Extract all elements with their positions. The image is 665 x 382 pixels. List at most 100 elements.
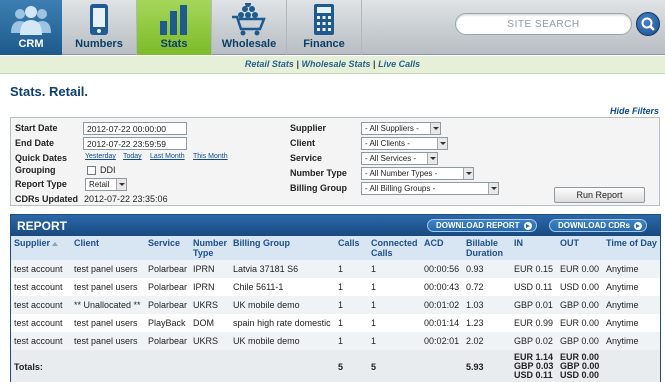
- nav-tab-label: Wholesale: [221, 38, 277, 50]
- totals-empty: [190, 350, 231, 382]
- top-navigation: CRM Numbers Stats Wholesale Finance SITE…: [0, 0, 665, 55]
- cell-supplier: test account: [11, 278, 71, 296]
- table-row: test account test panel users Polarbear …: [11, 260, 660, 278]
- search-placeholder: SITE SEARCH: [507, 19, 580, 30]
- cell-billing-group: UK mobile demo: [230, 296, 336, 314]
- totals-empty: [145, 350, 191, 382]
- ddi-checkbox[interactable]: [87, 166, 96, 175]
- nav-tab-finance[interactable]: Finance: [287, 0, 362, 55]
- cell-supplier: test account: [11, 332, 71, 350]
- search-icon: [641, 17, 655, 31]
- chevron-down-icon: [463, 168, 473, 179]
- run-report-button[interactable]: Run Report: [554, 187, 645, 203]
- start-date-input[interactable]: 2012-07-22 00:00:00: [83, 122, 187, 135]
- column-header-service[interactable]: Service: [145, 236, 191, 260]
- cell-number-type: DOM: [190, 314, 231, 332]
- cell-number-type: IPRN: [190, 260, 231, 278]
- chevron-down-icon: [427, 153, 437, 164]
- subnav-link-wholesale-stats[interactable]: Wholesale Stats: [301, 59, 370, 69]
- column-header-billing-group[interactable]: Billing Group: [230, 236, 336, 260]
- report-type-label: Report Type: [15, 179, 67, 189]
- cell-in: EUR 0.99: [511, 314, 558, 332]
- cell-in: GBP 0.01: [511, 296, 558, 314]
- report-type-select[interactable]: Retail: [85, 178, 127, 191]
- cell-acd: 00:01:14: [421, 314, 464, 332]
- page-title: Stats. Retail.: [10, 84, 89, 99]
- supplier-label: Supplier: [290, 123, 327, 133]
- cell-acd: 00:02:01: [421, 332, 464, 350]
- cell-connected-calls: 1: [368, 260, 422, 278]
- grouping-label: Grouping: [15, 165, 56, 175]
- quick-date-yesterday[interactable]: Yesterday: [85, 153, 116, 160]
- cell-out: EUR 0.00: [557, 260, 604, 278]
- totals-empty: [71, 350, 145, 382]
- cell-connected-calls: 1: [368, 278, 422, 296]
- subnav-separator: |: [373, 59, 376, 69]
- cell-client: test panel users: [71, 260, 145, 278]
- cell-billing-group: Latvia 37181 S6: [230, 260, 336, 278]
- totals-in: EUR 1.14 GBP 0.03 USD 0.11: [511, 350, 558, 382]
- cell-acd: 00:01:02: [421, 296, 464, 314]
- column-header-acd[interactable]: ACD: [421, 236, 464, 260]
- download-report-button[interactable]: DOWNLOAD REPORT: [427, 219, 537, 232]
- supplier-select[interactable]: - All Suppliers -: [361, 122, 441, 135]
- end-date-input[interactable]: 2012-07-22 23:59:59: [83, 137, 187, 150]
- table-row: test account test panel users Polarbear …: [11, 278, 660, 296]
- chevron-down-icon: [430, 123, 440, 134]
- hide-filters-link[interactable]: Hide Filters: [610, 106, 659, 116]
- cell-calls: 1: [335, 260, 369, 278]
- cell-calls: 1: [335, 332, 369, 350]
- cell-billable-duration: 1.03: [463, 296, 512, 314]
- quick-dates-label: Quick Dates: [15, 153, 68, 163]
- sort-icon: [52, 241, 59, 246]
- column-header-connected-calls[interactable]: Connected Calls: [368, 236, 422, 260]
- nav-tab-numbers[interactable]: Numbers: [62, 0, 137, 55]
- cell-supplier: test account: [11, 260, 71, 278]
- client-select[interactable]: - All Clients -: [361, 137, 448, 150]
- nav-tab-label: Numbers: [75, 38, 123, 50]
- ddi-label: DDI: [100, 165, 116, 175]
- cell-calls: 1: [335, 296, 369, 314]
- cell-billing-group: spain high rate domestic: [230, 314, 336, 332]
- start-date-label: Start Date: [15, 123, 58, 133]
- service-select[interactable]: - All Services -: [361, 152, 438, 165]
- quick-date-today[interactable]: Today: [123, 153, 142, 160]
- nav-tab-crm[interactable]: CRM: [0, 0, 62, 55]
- column-label: Supplier: [14, 238, 51, 248]
- column-header-calls[interactable]: Calls: [335, 236, 369, 260]
- download-cdrs-button[interactable]: DOWNLOAD CDRs: [549, 219, 647, 232]
- cell-out: EUR 0.00: [557, 314, 604, 332]
- cell-number-type: UKRS: [190, 296, 231, 314]
- totals-in-usd: USD 0.11: [514, 370, 553, 380]
- billing-group-select[interactable]: - All Billing Groups -: [361, 182, 499, 195]
- bar-chart-icon: [157, 3, 191, 39]
- service-label: Service: [290, 153, 323, 163]
- column-header-client[interactable]: Client: [71, 236, 145, 260]
- search-button[interactable]: [636, 12, 660, 36]
- nav-tab-wholesale[interactable]: Wholesale: [212, 0, 287, 55]
- cell-billable-duration: 1.23: [463, 314, 512, 332]
- cell-service: Polarbear: [145, 332, 191, 350]
- quick-date-last-month[interactable]: Last Month: [150, 153, 185, 160]
- subnav-link-retail-stats[interactable]: Retail Stats: [245, 59, 294, 69]
- totals-out-usd: USD 0.00: [560, 370, 600, 380]
- nav-tab-label: Finance: [303, 38, 345, 50]
- column-header-billable-duration[interactable]: Billable Duration: [463, 236, 512, 260]
- cell-acd: 00:00:56: [421, 260, 464, 278]
- column-header-out[interactable]: OUT: [557, 236, 604, 260]
- quick-date-this-month[interactable]: This Month: [193, 153, 228, 160]
- column-header-time-of-day[interactable]: Time of Day: [603, 236, 660, 260]
- nav-tab-stats[interactable]: Stats: [137, 0, 212, 55]
- number-type-select[interactable]: - All Number Types -: [361, 167, 474, 180]
- cell-connected-calls: 1: [368, 332, 422, 350]
- column-header-in[interactable]: IN: [511, 236, 558, 260]
- column-header-supplier[interactable]: Supplier: [11, 236, 71, 260]
- chevron-down-icon: [437, 138, 447, 149]
- table-header-row: Supplier Client Service Number Type Bill…: [11, 236, 660, 260]
- subnav-link-live-calls[interactable]: Live Calls: [378, 59, 420, 69]
- column-header-number-type[interactable]: Number Type: [190, 236, 231, 260]
- table-row: test account ** Unallocated ** Polarbear…: [11, 296, 660, 314]
- cell-in: EUR 0.15: [511, 260, 558, 278]
- totals-empty: [421, 350, 464, 382]
- site-search-input[interactable]: SITE SEARCH: [455, 13, 632, 35]
